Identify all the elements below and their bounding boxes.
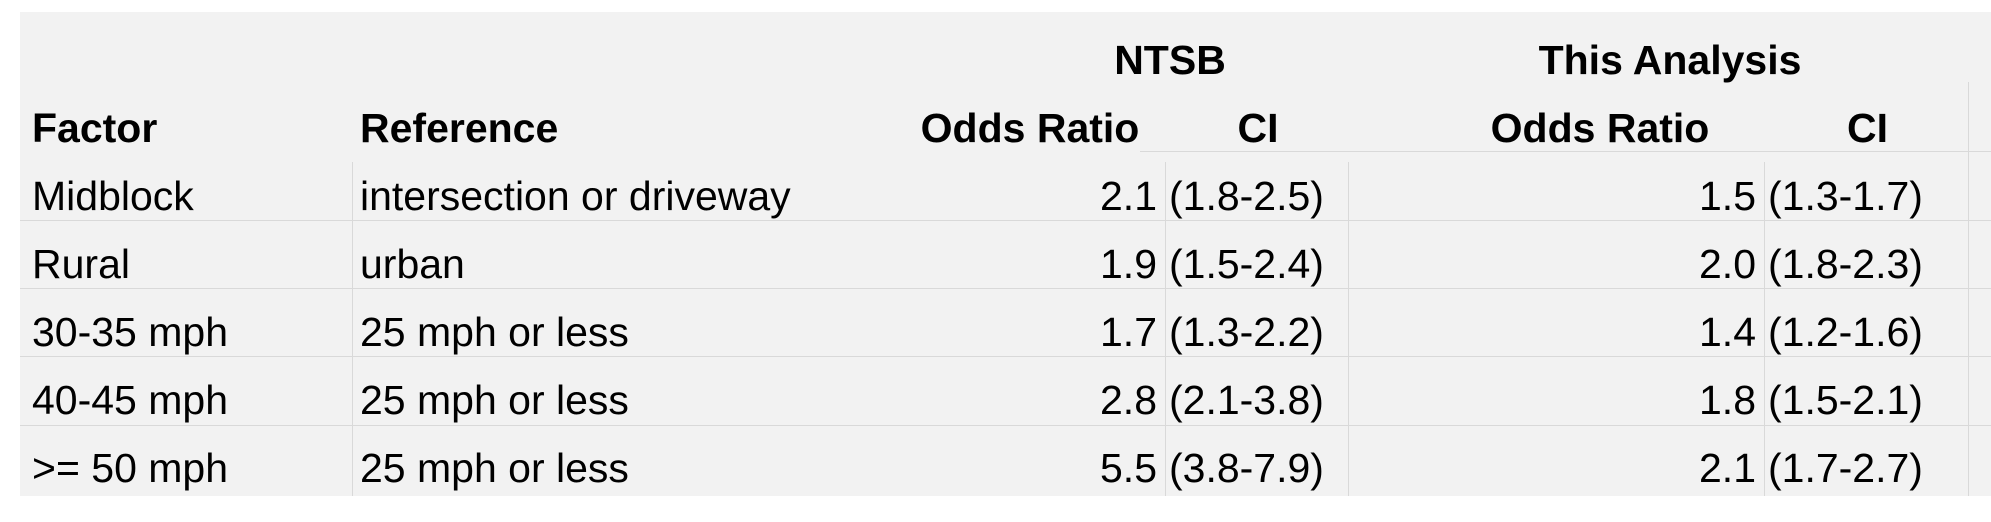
column-header-reference: Reference [360, 105, 559, 151]
cell-factor: Midblock [32, 173, 194, 219]
cell-factor: 40-45 mph [32, 377, 229, 423]
cell-factor: Rural [32, 241, 130, 287]
cell-reference: intersection or driveway [360, 173, 791, 219]
cell-ta-odds-ratio: 2.0 [1699, 241, 1756, 287]
cell-ntsb-odds-ratio: 2.8 [1100, 377, 1157, 423]
cell-ta-odds-ratio: 1.4 [1699, 309, 1756, 355]
column-header-ntsb-ci: CI [1237, 105, 1279, 151]
column-divider [1165, 162, 1166, 496]
cell-ntsb-ci: (3.8-7.9) [1169, 445, 1324, 491]
cell-ntsb-ci: (2.1-3.8) [1169, 377, 1324, 423]
group-header-this-analysis: This Analysis [1538, 37, 1802, 83]
cell-ta-ci: (1.3-1.7) [1768, 173, 1923, 219]
column-header-ta-odds-ratio: Odds Ratio [1490, 105, 1710, 151]
cell-ntsb-odds-ratio: 1.7 [1100, 309, 1157, 355]
cell-ta-ci: (1.2-1.6) [1768, 309, 1923, 355]
cell-ta-ci: (1.7-2.7) [1768, 445, 1923, 491]
cell-reference: 25 mph or less [360, 445, 629, 491]
group-header-ntsb: NTSB [1114, 37, 1226, 83]
cell-ntsb-odds-ratio: 5.5 [1100, 445, 1157, 491]
cell-ntsb-ci: (1.8-2.5) [1169, 173, 1324, 219]
column-header-factor: Factor [32, 105, 158, 151]
odds-ratio-table: NTSB This Analysis Factor Reference Odds… [20, 12, 1991, 496]
cell-ntsb-odds-ratio: 2.1 [1100, 173, 1157, 219]
cell-ta-odds-ratio: 2.1 [1699, 445, 1756, 491]
column-divider [352, 162, 353, 496]
cell-ta-odds-ratio: 1.8 [1699, 377, 1756, 423]
cell-reference: urban [360, 241, 465, 287]
column-divider [1764, 162, 1765, 496]
cell-reference: 25 mph or less [360, 377, 629, 423]
cell-ntsb-ci: (1.3-2.2) [1169, 309, 1324, 355]
cell-reference: 25 mph or less [360, 309, 629, 355]
column-divider [1968, 82, 1969, 496]
column-header-ntsb-odds-ratio: Odds Ratio [920, 105, 1140, 151]
cell-ta-ci: (1.5-2.1) [1768, 377, 1923, 423]
cell-ta-ci: (1.8-2.3) [1768, 241, 1923, 287]
cell-ntsb-odds-ratio: 1.9 [1100, 241, 1157, 287]
column-header-ta-ci: CI [1847, 105, 1888, 151]
cell-ntsb-ci: (1.5-2.4) [1169, 241, 1324, 287]
cell-ta-odds-ratio: 1.5 [1699, 173, 1756, 219]
cell-factor: 30-35 mph [32, 309, 229, 355]
cell-factor: >= 50 mph [32, 445, 229, 491]
